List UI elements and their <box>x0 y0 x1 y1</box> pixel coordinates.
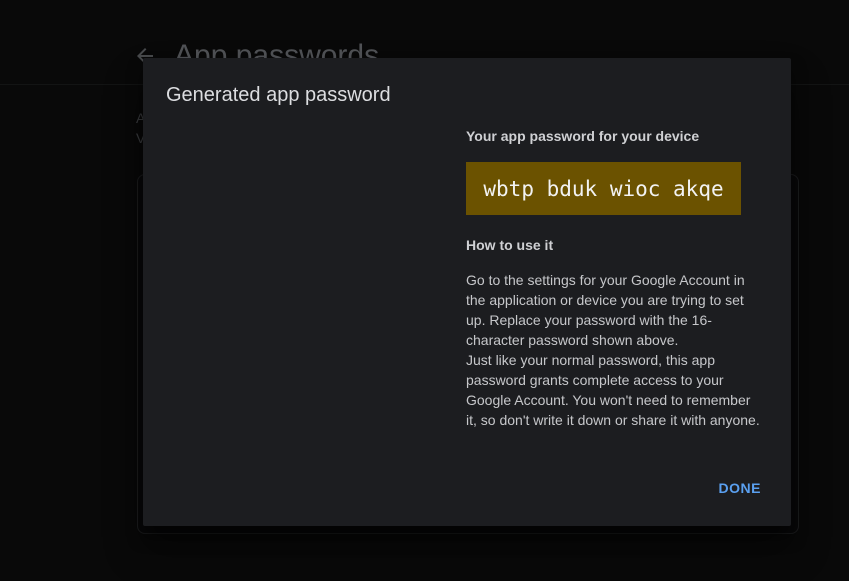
app-passwords-page: App passwords A V Generated app password… <box>0 0 849 581</box>
how-to-use-heading: How to use it <box>466 237 554 253</box>
dialog-title: Generated app password <box>166 84 391 106</box>
generated-password-dialog: Generated app password Your app password… <box>143 58 791 526</box>
device-password-label: Your app password for your device <box>466 128 700 144</box>
instructions: Go to the settings for your Google Accou… <box>466 270 762 430</box>
password-box: wbtp bduk wioc akqe <box>466 162 741 215</box>
dialog-content: Your app password for your device wbtp b… <box>466 126 766 430</box>
app-password-value: wbtp bduk wioc akqe <box>483 176 724 201</box>
instructions-paragraph-1: Go to the settings for your Google Accou… <box>466 272 745 348</box>
done-button[interactable]: DONE <box>711 474 769 502</box>
instructions-paragraph-2: Just like your normal password, this app… <box>466 352 760 428</box>
